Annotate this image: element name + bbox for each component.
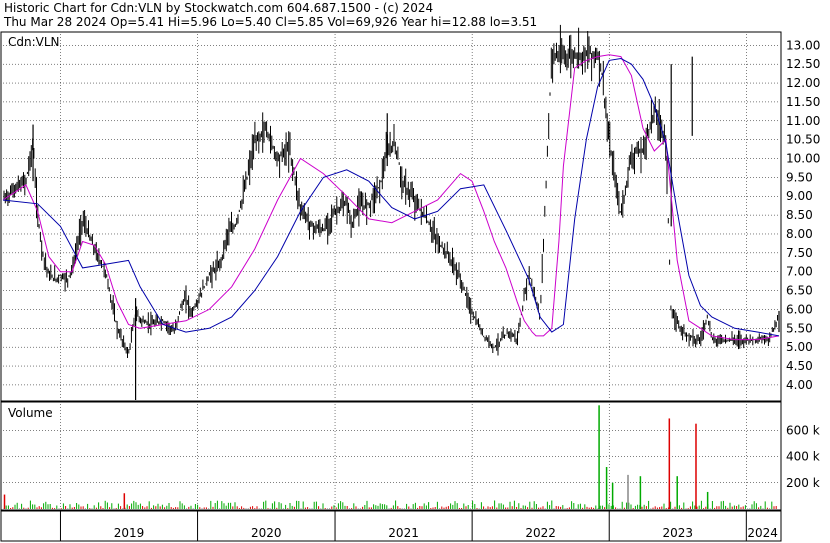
year-tick-label: 2024 (747, 526, 778, 540)
price-tick-label: 10.50 (786, 133, 820, 147)
volume-tick-label: 400 k (786, 450, 820, 464)
volume-axis-ticks: 600 k 400 k 200 k (786, 423, 820, 490)
price-tick-label: 9.00 (786, 189, 813, 203)
year-tick-label: 2022 (525, 526, 556, 540)
price-tick-label: 12.00 (786, 76, 820, 90)
price-tick-label: 11.50 (786, 95, 820, 109)
price-tick-label: 4.50 (786, 359, 813, 373)
year-tick-label: 2023 (663, 526, 694, 540)
price-tick-label: 8.00 (786, 227, 813, 241)
price-tick-label: 12.50 (786, 57, 820, 71)
price-tick-label: 9.50 (786, 170, 813, 184)
chart-window: Historic Chart for Cdn:VLN by Stockwatch… (0, 0, 830, 543)
volume-tick-label: 200 k (786, 476, 820, 490)
price-tick-label: 4.00 (786, 378, 813, 392)
header-line-1: Historic Chart for Cdn:VLN by Stockwatch… (4, 1, 433, 15)
price-tick-label: 5.50 (786, 321, 813, 335)
price-tick-label: 8.50 (786, 208, 813, 222)
price-tick-label: 10.00 (786, 152, 820, 166)
year-tick-label: 2020 (251, 526, 282, 540)
price-tick-label: 6.00 (786, 302, 813, 316)
header-line-2: Thu Mar 28 2024 Op=5.41 Hi=5.96 Lo=5.40 … (3, 15, 537, 29)
price-tick-label: 7.00 (786, 265, 813, 279)
year-tick-label: 2019 (114, 526, 145, 540)
year-tick-label: 2021 (388, 526, 419, 540)
price-tick-label: 5.00 (786, 340, 813, 354)
volume-tick-label: 600 k (786, 423, 820, 437)
price-tick-label: 13.00 (786, 38, 820, 52)
price-tick-label: 11.00 (786, 114, 820, 128)
price-tick-label: 7.50 (786, 246, 813, 260)
price-tick-label: 6.50 (786, 284, 813, 298)
historic-chart: Historic Chart for Cdn:VLN by Stockwatch… (0, 0, 830, 543)
symbol-label: Cdn:VLN (8, 35, 60, 49)
volume-label: Volume (8, 406, 53, 420)
